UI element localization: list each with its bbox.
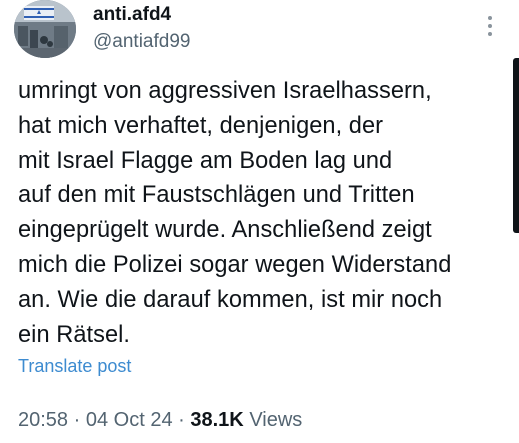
- meta-separator: ·: [73, 409, 81, 431]
- more-dot: [488, 16, 492, 20]
- display-name[interactable]: anti.afd4: [93, 3, 171, 27]
- translate-post-link[interactable]: Translate post: [18, 354, 131, 378]
- post-metadata: 20:58 · 04 Oct 24 · 38.1K Views: [18, 407, 302, 433]
- user-handle[interactable]: @antiafd99: [93, 30, 190, 54]
- views-count: 38.1K: [190, 409, 244, 431]
- more-vertical-icon[interactable]: [478, 12, 502, 40]
- post-detail: anti.afd4 @antiafd99 umringt von aggress…: [0, 0, 519, 443]
- post-text: umringt von aggressiven Israelhassern, h…: [18, 78, 452, 348]
- scrollbar[interactable]: [513, 58, 519, 233]
- meta-separator: ·: [178, 409, 185, 431]
- post-time[interactable]: 20:58: [18, 409, 68, 431]
- views-label: Views: [249, 409, 303, 431]
- more-dot: [488, 24, 492, 28]
- post-date[interactable]: 04 Oct 24: [86, 409, 173, 431]
- avatar[interactable]: [14, 0, 76, 58]
- more-dot: [488, 32, 492, 36]
- avatar-image: [14, 0, 76, 58]
